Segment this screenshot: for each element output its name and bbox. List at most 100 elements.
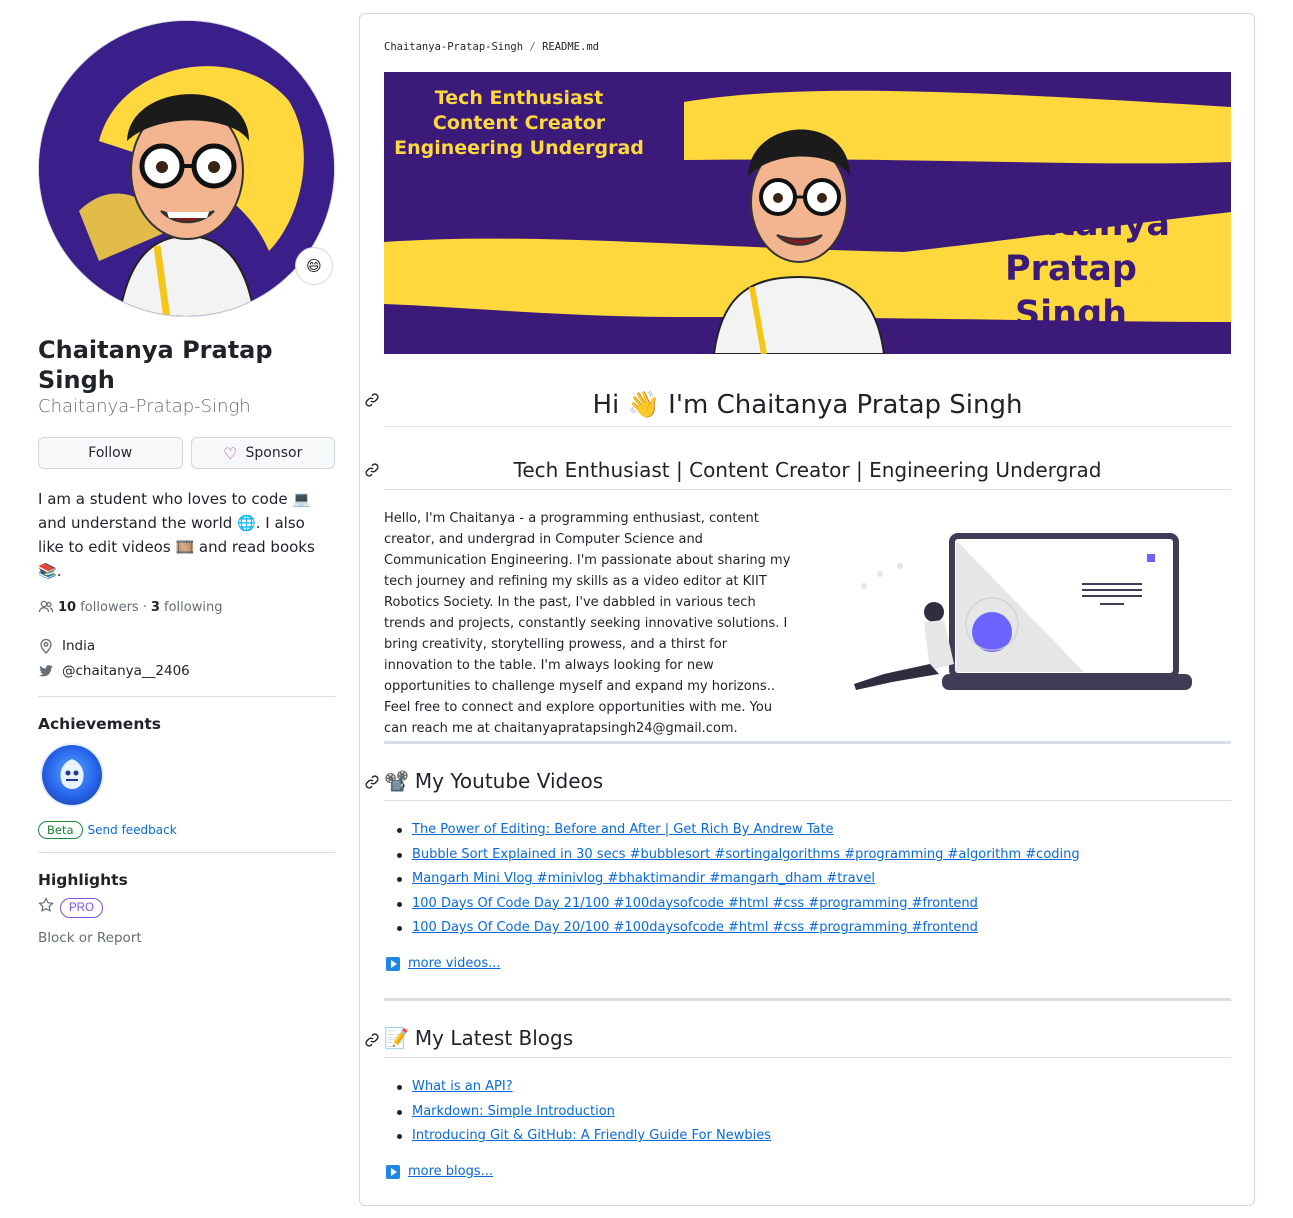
list-item: What is an API? (397, 1075, 1212, 1100)
twitter-row[interactable]: @chaitanya__2406 (38, 658, 335, 683)
follow-button[interactable]: Follow (38, 437, 183, 469)
beta-badge: Beta (38, 821, 83, 839)
banner-name-1: Chaitanya (972, 204, 1170, 244)
highlights-row: PRO (38, 897, 335, 918)
link-icon[interactable] (364, 774, 380, 793)
link-icon[interactable] (364, 1032, 380, 1051)
twitter-icon (38, 663, 54, 679)
profile-username: Chaitanya-Pratap-Singh (38, 396, 251, 417)
follow-stats: 10 followers · 3 following (38, 599, 335, 615)
list-item: Introducing Git & GitHub: A Friendly Gui… (397, 1124, 1212, 1149)
profile-page: 😄 Chaitanya Pratap Singh Chaitanya-Prata… (0, 0, 1293, 1218)
list-item: Markdown: Simple Introduction (397, 1100, 1212, 1125)
breadcrumb-separator: / (529, 41, 536, 53)
video-link[interactable]: Bubble Sort Explained in 30 secs #bubble… (412, 847, 1080, 862)
profile-bio: I am a student who loves to code 💻 and u… (38, 487, 335, 583)
intro-paragraph: Hello, I'm Chaitanya - a programming ent… (384, 511, 791, 736)
readme-banner: Tech Enthusiast Content Creator Engineer… (384, 72, 1231, 354)
play-icon (386, 956, 400, 971)
followers-label: followers (80, 599, 139, 615)
blog-link[interactable]: Markdown: Simple Introduction (412, 1104, 615, 1119)
bio-text: and read books (194, 538, 315, 556)
breadcrumb-user[interactable]: Chaitanya-Pratap-Singh (384, 41, 523, 53)
heart-icon: ♡ (223, 443, 238, 463)
more-blogs-link[interactable]: more blogs... (408, 1164, 493, 1179)
list-item: Mangarh Mini Vlog #minivlog #bhaktimandi… (397, 867, 1212, 892)
profile-meta: India @chaitanya__2406 (38, 633, 335, 683)
blog-link[interactable]: Introducing Git & GitHub: A Friendly Gui… (412, 1128, 771, 1143)
blogs-heading: 📝 My Latest Blogs (384, 1026, 1231, 1058)
list-item: 100 Days Of Code Day 20/100 #100daysofco… (397, 916, 1212, 941)
blogs-list: What is an API? Markdown: Simple Introdu… (397, 1075, 1212, 1149)
banner-tagline: Tech Enthusiast Content Creator Engineer… (384, 86, 654, 161)
location-row: India (38, 633, 335, 658)
banner-tag-1: Tech Enthusiast (434, 87, 604, 109)
breadcrumb-file[interactable]: README.md (542, 41, 599, 53)
video-link[interactable]: Mangarh Mini Vlog #minivlog #bhaktimandi… (412, 871, 875, 886)
banner-name: Chaitanya Pratap Singh (961, 202, 1181, 337)
wave-emoji: 👋 (627, 390, 660, 420)
video-link[interactable]: 100 Days Of Code Day 21/100 #100daysofco… (412, 896, 978, 911)
achievement-badge[interactable] (42, 745, 102, 805)
bio-text: and understand the world (38, 514, 238, 532)
list-item: The Power of Editing: Before and After |… (397, 818, 1212, 843)
sidebar-divider (38, 852, 335, 853)
list-item: Bubble Sort Explained in 30 secs #bubble… (397, 843, 1212, 868)
link-icon[interactable] (364, 462, 380, 481)
section-divider (384, 741, 1231, 744)
list-item: 100 Days Of Code Day 21/100 #100daysofco… (397, 892, 1212, 917)
blog-link[interactable]: What is an API? (412, 1079, 513, 1094)
avatar[interactable] (38, 20, 335, 317)
profile-actions: Follow ♡ Sponsor (38, 437, 335, 469)
banner-name-2: Pratap (1005, 249, 1137, 289)
following-count: 3 (150, 599, 160, 615)
breadcrumb: Chaitanya-Pratap-Singh / README.md (384, 41, 599, 53)
more-videos-row: more videos... (386, 956, 501, 971)
banner-tag-3: Engineering Undergrad (394, 137, 644, 159)
videos-heading-text: My Youtube Videos (414, 769, 604, 793)
following-link[interactable]: 3 following (151, 600, 223, 615)
twitter-handle[interactable]: @chaitanya__2406 (62, 663, 190, 679)
globe-emoji: 🌐 (237, 514, 256, 532)
separator-dot: · (142, 599, 147, 615)
beta-feedback-row: Beta Send feedback (38, 821, 335, 839)
pro-badge: PRO (60, 897, 103, 918)
location-text: India (62, 637, 96, 654)
highlights-heading: Highlights (38, 871, 128, 889)
blogs-heading-text: My Latest Blogs (414, 1026, 574, 1050)
star-icon (38, 897, 54, 918)
greeting-name: I'm Chaitanya Pratap Singh (668, 390, 1023, 420)
video-link[interactable]: 100 Days Of Code Day 20/100 #100daysofco… (412, 920, 978, 935)
bio-text: . (56, 562, 62, 580)
video-link[interactable]: The Power of Editing: Before and After |… (412, 822, 834, 837)
books-emoji: 📚 (38, 562, 57, 580)
tagline-heading: Tech Enthusiast | Content Creator | Engi… (384, 458, 1231, 490)
profile-fullname: Chaitanya Pratap Singh (38, 336, 273, 394)
location-icon (38, 638, 54, 654)
greeting-heading: Hi 👋 I'm Chaitanya Pratap Singh (384, 390, 1231, 427)
block-report-link[interactable]: Block or Report (38, 930, 335, 946)
followers-count: 10 (58, 599, 77, 615)
sponsor-button[interactable]: ♡ Sponsor (190, 437, 335, 469)
play-icon (386, 1164, 400, 1179)
banner-tag-2: Content Creator (432, 112, 606, 134)
laptop-emoji: 💻 (292, 490, 312, 508)
sidebar-divider (38, 696, 335, 697)
videos-list: The Power of Editing: Before and After |… (397, 818, 1212, 941)
people-icon (38, 599, 54, 615)
more-blogs-row: more blogs... (386, 1164, 493, 1179)
followers-link[interactable]: 10 followers (58, 600, 139, 615)
banner-name-3: Singh (1014, 294, 1128, 334)
link-icon[interactable] (364, 392, 380, 411)
more-videos-link[interactable]: more videos... (408, 956, 501, 971)
avatar-wrap: 😄 (38, 20, 335, 317)
bio-text: I am a student who loves to code (38, 490, 293, 508)
videos-heading: 📽️ My Youtube Videos (384, 769, 1231, 801)
memo-emoji: 📝 (384, 1026, 409, 1050)
status-emoji[interactable]: 😄 (295, 247, 333, 285)
laptop-illustration (844, 524, 1194, 694)
sponsor-label: Sponsor (245, 445, 303, 461)
projector-emoji: 📽️ (384, 769, 409, 793)
send-feedback-link[interactable]: Send feedback (88, 823, 177, 837)
film-emoji: 🎞️ (175, 538, 195, 556)
